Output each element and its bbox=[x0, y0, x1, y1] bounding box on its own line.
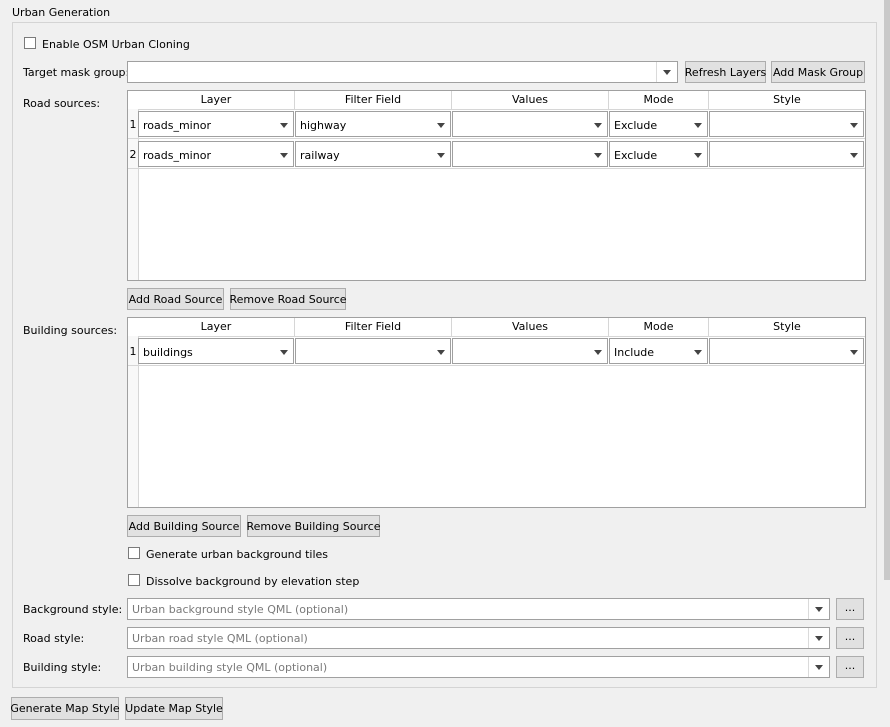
dissolve-checkbox[interactable] bbox=[128, 574, 140, 586]
building-style-combo[interactable]: Urban building style QML (optional) bbox=[127, 656, 830, 678]
background-style-combo[interactable]: Urban background style QML (optional) bbox=[127, 598, 830, 620]
target-mask-label: Target mask group: bbox=[23, 66, 130, 79]
chevron-down-icon[interactable] bbox=[808, 599, 829, 619]
road-sources-label: Road sources: bbox=[23, 97, 101, 110]
layer-value: buildings bbox=[143, 346, 193, 359]
mode-combo[interactable]: Exclude bbox=[609, 111, 708, 137]
road-style-label: Road style: bbox=[23, 632, 85, 645]
mode-value: Exclude bbox=[614, 119, 658, 132]
values-combo[interactable] bbox=[452, 338, 608, 364]
chevron-down-icon bbox=[280, 350, 288, 355]
background-style-placeholder: Urban background style QML (optional) bbox=[132, 603, 349, 616]
row-number: 1 bbox=[129, 345, 137, 358]
chevron-down-icon bbox=[594, 350, 602, 355]
vertical-scrollbar[interactable] bbox=[884, 0, 890, 580]
chevron-down-icon bbox=[694, 350, 702, 355]
add-mask-group-button[interactable]: Add Mask Group bbox=[771, 61, 865, 83]
group-title: Urban Generation bbox=[12, 6, 111, 19]
row-number: 2 bbox=[129, 148, 137, 161]
chevron-down-icon bbox=[850, 123, 858, 128]
chevron-down-icon bbox=[850, 153, 858, 158]
row-number: 1 bbox=[129, 118, 137, 131]
browse-background-style-button[interactable]: ... bbox=[836, 598, 864, 620]
column-header-values[interactable]: Values bbox=[452, 91, 609, 109]
chevron-down-icon bbox=[437, 123, 445, 128]
column-header-filter-field[interactable]: Filter Field bbox=[295, 318, 452, 336]
style-combo[interactable] bbox=[709, 111, 864, 137]
style-combo[interactable] bbox=[709, 338, 864, 364]
column-header-layer[interactable]: Layer bbox=[138, 91, 295, 109]
enable-osm-checkbox[interactable] bbox=[24, 37, 36, 49]
row-divider bbox=[128, 365, 865, 366]
filter-field-combo[interactable]: highway bbox=[295, 111, 451, 137]
chevron-down-icon bbox=[694, 123, 702, 128]
chevron-down-icon bbox=[594, 123, 602, 128]
table-header: Layer Filter Field Values Mode Style bbox=[128, 318, 865, 337]
chevron-down-icon bbox=[594, 153, 602, 158]
road-style-placeholder: Urban road style QML (optional) bbox=[132, 632, 308, 645]
layer-combo[interactable]: roads_minor bbox=[138, 141, 294, 167]
background-tiles-checkbox[interactable] bbox=[128, 547, 140, 559]
mode-value: Include bbox=[614, 346, 655, 359]
filter-field-combo[interactable]: railway bbox=[295, 141, 451, 167]
layer-value: roads_minor bbox=[143, 119, 211, 132]
layer-combo[interactable]: buildings bbox=[138, 338, 294, 364]
mode-combo[interactable]: Include bbox=[609, 338, 708, 364]
filter-field-value: railway bbox=[300, 149, 340, 162]
filter-field-value: highway bbox=[300, 119, 347, 132]
target-mask-combo[interactable] bbox=[127, 61, 678, 83]
style-combo[interactable] bbox=[709, 141, 864, 167]
row-divider bbox=[128, 168, 865, 169]
table-header: Layer Filter Field Values Mode Style bbox=[128, 91, 865, 110]
building-sources-table[interactable]: Layer Filter Field Values Mode Style 1 b… bbox=[127, 317, 866, 508]
chevron-down-icon[interactable] bbox=[808, 657, 829, 677]
column-header-style[interactable]: Style bbox=[709, 91, 865, 109]
road-sources-table[interactable]: Layer Filter Field Values Mode Style 1 r… bbox=[127, 90, 866, 281]
chevron-down-icon bbox=[280, 153, 288, 158]
column-header-filter-field[interactable]: Filter Field bbox=[295, 91, 452, 109]
chevron-down-icon bbox=[694, 153, 702, 158]
building-style-label: Building style: bbox=[23, 661, 102, 674]
generate-map-style-button[interactable]: Generate Map Style bbox=[10, 697, 120, 720]
column-header-style[interactable]: Style bbox=[709, 318, 865, 336]
values-combo[interactable] bbox=[452, 141, 608, 167]
column-header-layer[interactable]: Layer bbox=[138, 318, 295, 336]
filter-field-combo[interactable] bbox=[295, 338, 451, 364]
remove-road-source-button[interactable]: Remove Road Source bbox=[230, 288, 347, 310]
background-style-label: Background style: bbox=[23, 603, 123, 616]
mode-combo[interactable]: Exclude bbox=[609, 141, 708, 167]
building-style-placeholder: Urban building style QML (optional) bbox=[132, 661, 328, 674]
row-divider bbox=[128, 138, 865, 139]
road-style-combo[interactable]: Urban road style QML (optional) bbox=[127, 627, 830, 649]
layer-combo[interactable]: roads_minor bbox=[138, 111, 294, 137]
values-combo[interactable] bbox=[452, 111, 608, 137]
chevron-down-icon bbox=[280, 123, 288, 128]
column-header-values[interactable]: Values bbox=[452, 318, 609, 336]
chevron-down-icon bbox=[437, 350, 445, 355]
browse-road-style-button[interactable]: ... bbox=[836, 627, 864, 649]
building-sources-label: Building sources: bbox=[23, 324, 118, 337]
update-map-style-button[interactable]: Update Map Style bbox=[125, 697, 223, 720]
add-road-source-button[interactable]: Add Road Source bbox=[127, 288, 224, 310]
chevron-down-icon bbox=[437, 153, 445, 158]
layer-value: roads_minor bbox=[143, 149, 211, 162]
refresh-layers-button[interactable]: Refresh Layers bbox=[685, 61, 766, 83]
chevron-down-icon[interactable] bbox=[808, 628, 829, 648]
chevron-down-icon[interactable] bbox=[656, 62, 677, 82]
remove-building-source-button[interactable]: Remove Building Source bbox=[246, 515, 381, 537]
column-header-mode[interactable]: Mode bbox=[609, 318, 709, 336]
browse-building-style-button[interactable]: ... bbox=[836, 656, 864, 678]
chevron-down-icon bbox=[850, 350, 858, 355]
enable-osm-label: Enable OSM Urban Cloning bbox=[42, 38, 190, 51]
column-header-mode[interactable]: Mode bbox=[609, 91, 709, 109]
add-building-source-button[interactable]: Add Building Source bbox=[127, 515, 241, 537]
mode-value: Exclude bbox=[614, 149, 658, 162]
dissolve-label: Dissolve background by elevation step bbox=[146, 575, 360, 588]
background-tiles-label: Generate urban background tiles bbox=[146, 548, 329, 561]
